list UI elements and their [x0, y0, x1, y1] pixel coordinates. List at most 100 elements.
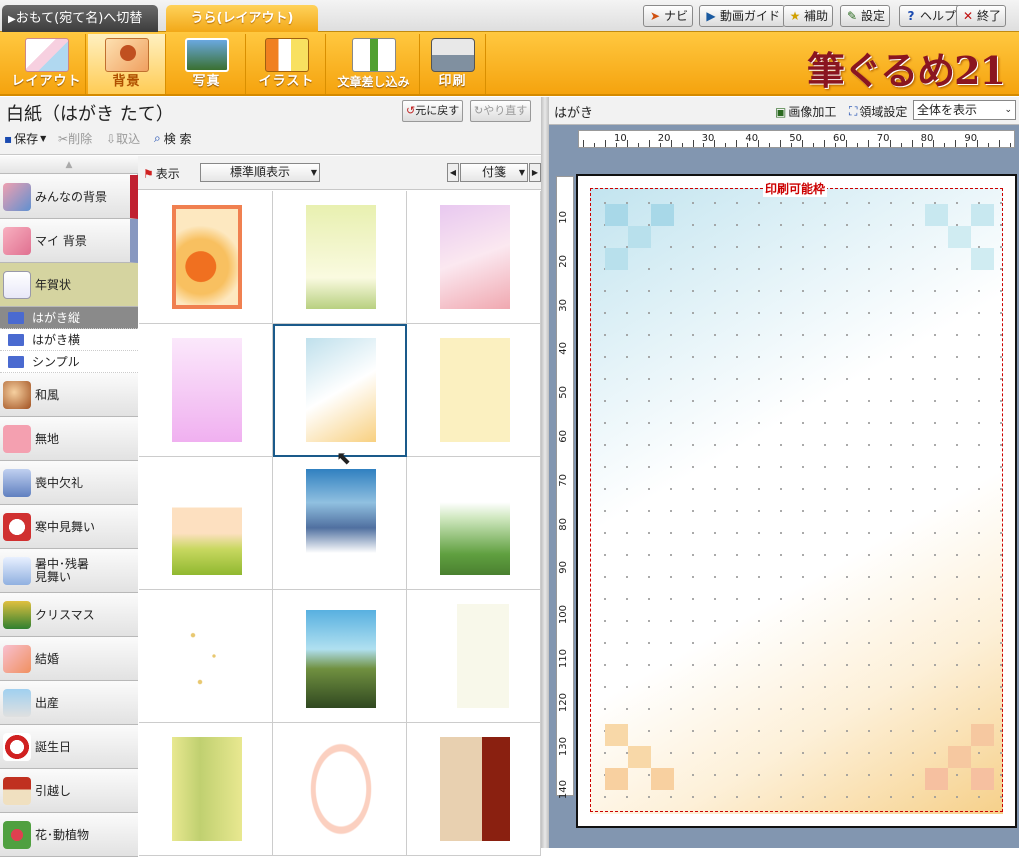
star-icon: ★ — [789, 9, 801, 23]
thumbnail-cell[interactable] — [139, 457, 273, 590]
category-minna[interactable]: みんなの背景 — [0, 175, 138, 219]
ruler-tick-mark — [900, 143, 902, 147]
area-setting-icon: ⛶ — [849, 104, 858, 118]
thumbnail-cell[interactable] — [139, 324, 273, 457]
thumbnail-cell[interactable] — [273, 590, 407, 723]
chevron-down-icon: ▼ — [40, 134, 47, 143]
deco-square — [605, 768, 628, 790]
ruler-tick-mark — [736, 140, 738, 147]
category-birthday[interactable]: 誕生日 — [0, 725, 138, 769]
search-button[interactable]: ⌕ 検 索 — [154, 130, 192, 147]
ruler-tick-mark — [845, 140, 847, 147]
category-nengajo[interactable]: 年賀状 — [0, 263, 138, 307]
deco-square — [628, 226, 651, 248]
scroll-up-icon: ▲ — [65, 160, 73, 170]
thumbnail-cell[interactable] — [273, 723, 407, 856]
tool-print[interactable]: 印刷 — [420, 34, 486, 94]
tag-prev-button[interactable]: ◀ — [447, 163, 459, 182]
thumbnail-cell[interactable] — [139, 723, 273, 856]
ruler-tick-label: 90 — [558, 561, 569, 575]
navi-icon: ➤ — [649, 9, 661, 23]
category-wedding[interactable]: 結婚 — [0, 637, 138, 681]
category-shochu[interactable]: 暑中･残暑 見舞い — [0, 549, 138, 593]
pane-splitter[interactable] — [541, 97, 549, 848]
area-setting-button[interactable]: ⛶ 領域設定 — [849, 103, 907, 120]
ruler-tick-mark — [966, 143, 968, 147]
import-button[interactable]: ⇩ 取込 — [106, 130, 140, 147]
tool-layout[interactable]: レイアウト — [8, 34, 86, 94]
exit-button[interactable]: ✕ 終了 — [956, 5, 1007, 27]
tool-illust[interactable]: イラスト — [248, 34, 326, 94]
category-birth[interactable]: 出産 — [0, 681, 138, 725]
tool-background[interactable]: 背景 — [88, 34, 166, 94]
subcategory-hagaki-yoko[interactable]: はがき横 — [0, 329, 138, 351]
subcategory-simple[interactable]: シンプル — [0, 351, 138, 373]
video-guide-button[interactable]: ▶ 動画ガイド — [699, 5, 786, 27]
help-button[interactable]: ? ヘルプ — [899, 5, 962, 27]
delete-button[interactable]: ✂ 削除 — [58, 130, 92, 147]
category-kanchu[interactable]: 寒中見舞い — [0, 505, 138, 549]
settings-button[interactable]: ✎ 設定 — [840, 5, 891, 27]
tool-text-insert[interactable]: 文章差し込み — [328, 34, 420, 94]
category-moving[interactable]: 引越し — [0, 769, 138, 813]
category-flowers[interactable]: 花･動植物 — [0, 813, 138, 857]
save-menu[interactable]: ▪ 保存 ▼ — [4, 130, 46, 147]
postcard-canvas[interactable]: 印刷可能枠 — [576, 174, 1017, 828]
printer-icon — [430, 38, 475, 72]
thumbnail-cell[interactable] — [139, 191, 273, 324]
ruler-tick-mark — [626, 140, 628, 147]
illust-icon — [264, 38, 309, 72]
image-edit-button[interactable]: ▣ 画像加工 — [775, 103, 836, 120]
background-grid — [139, 191, 541, 856]
category-scroll-up[interactable]: ▲ — [0, 156, 138, 174]
thumbnail-cell[interactable] — [407, 324, 541, 457]
thumbnail-cell[interactable] — [407, 723, 541, 856]
deco-square — [651, 204, 674, 226]
view-select[interactable]: 全体を表示 ⌄ — [913, 100, 1016, 120]
ruler-tick-mark — [615, 143, 617, 147]
wedding-icon — [3, 644, 31, 673]
category-wafu[interactable]: 和風 — [0, 373, 138, 417]
ruler-tick-mark — [791, 143, 793, 147]
deco-square — [651, 768, 674, 790]
house-icon — [3, 776, 31, 805]
tag-next-button[interactable]: ▶ — [529, 163, 541, 182]
tool-photo[interactable]: 写真 — [168, 34, 246, 94]
subcategory-hagaki-tate[interactable]: はがき縦 — [0, 307, 138, 329]
snowman-icon — [3, 512, 31, 541]
thumbnail-blue-orange — [306, 338, 376, 442]
search-label: 検 索 — [163, 132, 192, 146]
thumbnail-cell[interactable] — [407, 457, 541, 590]
wafu-icon — [3, 380, 31, 409]
sort-select[interactable]: 標準順表示 ▼ — [200, 163, 320, 182]
thumbnail-hills — [172, 471, 242, 575]
thumbnail-cell[interactable] — [407, 590, 541, 723]
ruler-tick-mark — [955, 140, 957, 147]
assist-button[interactable]: ★ 補助 — [783, 5, 834, 27]
image-edit-icon: ▣ — [775, 104, 787, 119]
print-frame — [590, 188, 1003, 812]
thumbnail-cell[interactable] — [273, 457, 407, 590]
tag-select[interactable]: 付箋 ▼ — [460, 163, 528, 182]
thumbnail-cell-selected[interactable] — [273, 324, 407, 457]
play-icon: ▶ — [8, 14, 16, 25]
category-my[interactable]: マイ 背景 — [0, 219, 138, 263]
area-setting-label: 領域設定 — [859, 105, 908, 119]
delete-label: 削除 — [68, 132, 93, 146]
ruler-tick-mark — [681, 143, 683, 147]
thumbnail-cell[interactable] — [273, 191, 407, 324]
category-mochu[interactable]: 喪中欠礼 — [0, 461, 138, 505]
tab-omote[interactable]: ▶おもて(宛て名)へ切替 — [2, 5, 158, 32]
category-muji[interactable]: 無地 — [0, 417, 138, 461]
thumbnail-cell[interactable] — [407, 191, 541, 324]
category-christmas[interactable]: クリスマス — [0, 593, 138, 637]
redo-button[interactable]: ↻やり直す — [470, 100, 532, 122]
tab-ura[interactable]: うら(レイアウト) — [166, 5, 318, 32]
help-label: ヘルプ — [920, 9, 957, 23]
christmas-tree-icon — [3, 600, 31, 629]
display-text: 表示 — [155, 167, 180, 181]
undo-button[interactable]: ↺元に戻す — [402, 100, 464, 122]
redo-icon: ↻ — [474, 104, 484, 117]
navi-button[interactable]: ➤ ナビ — [643, 5, 694, 27]
thumbnail-cell[interactable] — [139, 590, 273, 723]
